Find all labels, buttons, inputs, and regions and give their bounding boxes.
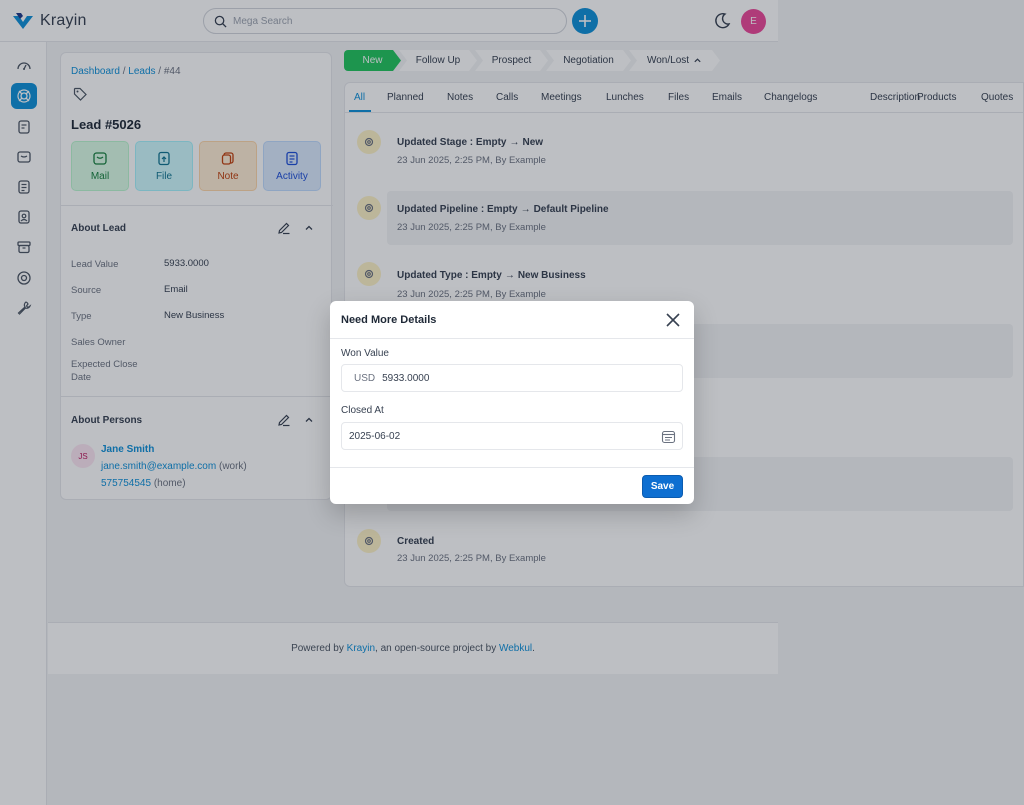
closed-at-label: Closed At — [341, 405, 384, 416]
won-value-label: Won Value — [341, 348, 389, 359]
calendar-icon[interactable] — [661, 429, 676, 444]
modal-header: Need More Details — [330, 301, 694, 339]
closed-at-input[interactable]: 2025-06-02 — [341, 422, 683, 450]
currency-prefix: USD — [354, 372, 376, 384]
close-icon[interactable] — [664, 311, 682, 329]
won-value: 5933.0000 — [382, 372, 430, 384]
modal-title: Need More Details — [341, 314, 437, 326]
need-more-details-modal: Need More Details Won Value USD 5933.000… — [330, 301, 694, 504]
modal-footer-divider — [330, 467, 694, 468]
closed-at-value: 2025-06-02 — [349, 430, 401, 442]
save-button[interactable]: Save — [642, 475, 683, 498]
won-value-input[interactable]: USD 5933.0000 — [341, 364, 683, 392]
